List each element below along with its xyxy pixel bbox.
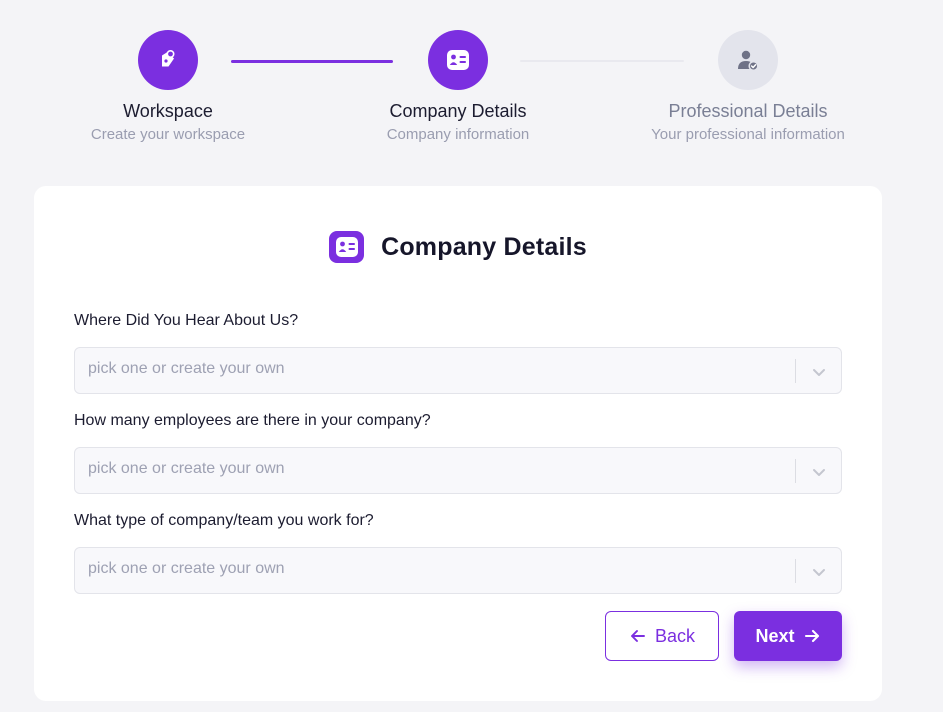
step-company-subtitle: Company information: [386, 126, 530, 143]
select-divider: [795, 459, 796, 483]
arrow-right-icon: [804, 629, 819, 643]
next-button[interactable]: Next: [734, 611, 842, 661]
next-button-label: Next: [755, 625, 795, 646]
step-workspace-subtitle: Create your workspace: [90, 126, 246, 143]
progress-stepper: Workspace Create your workspace Company …: [0, 0, 943, 170]
step-connector-2: [520, 60, 684, 62]
field-referral-source: Where Did You Hear About Us? pick one or…: [74, 312, 842, 394]
field-company-type: What type of company/team you work for? …: [74, 512, 842, 594]
back-button-label: Back: [654, 625, 696, 646]
company-details-card: Company Details Where Did You Hear About…: [34, 186, 882, 701]
id-card-icon: [329, 231, 365, 263]
select-placeholder: pick one or create your own: [88, 360, 285, 377]
step-professional-circle[interactable]: [718, 30, 778, 90]
step-professional-subtitle: Your professional information: [651, 126, 845, 143]
select-divider: [795, 559, 796, 583]
field-label: What type of company/team you work for?: [74, 512, 374, 529]
select-placeholder: pick one or create your own: [88, 560, 285, 577]
field-label: How many employees are there in your com…: [74, 412, 431, 429]
page-title: Company Details: [381, 232, 587, 261]
employee-count-select[interactable]: pick one or create your own: [74, 447, 842, 494]
card-header: Company Details: [34, 231, 882, 263]
chevron-down-icon[interactable]: [810, 363, 828, 381]
select-placeholder: pick one or create your own: [88, 460, 285, 477]
step-professional-title: Professional Details: [668, 101, 828, 121]
step-workspace-circle[interactable]: [138, 30, 198, 90]
chevron-down-icon[interactable]: [810, 463, 828, 481]
back-button[interactable]: Back: [605, 611, 719, 661]
company-type-select[interactable]: pick one or create your own: [74, 547, 842, 594]
select-divider: [795, 359, 796, 383]
step-company-title: Company Details: [389, 101, 527, 121]
field-label: Where Did You Hear About Us?: [74, 312, 299, 329]
step-company-circle[interactable]: [428, 30, 488, 90]
chevron-down-icon[interactable]: [810, 563, 828, 581]
referral-source-select[interactable]: pick one or create your own: [74, 347, 842, 394]
edit-tag-icon: [162, 49, 175, 67]
field-employee-count: How many employees are there in your com…: [74, 412, 842, 494]
user-check-icon: [738, 50, 759, 72]
id-card-icon: [447, 50, 469, 70]
step-workspace-title: Workspace: [123, 101, 213, 121]
step-connector-1: [231, 60, 393, 63]
arrow-left-icon: [631, 630, 645, 642]
